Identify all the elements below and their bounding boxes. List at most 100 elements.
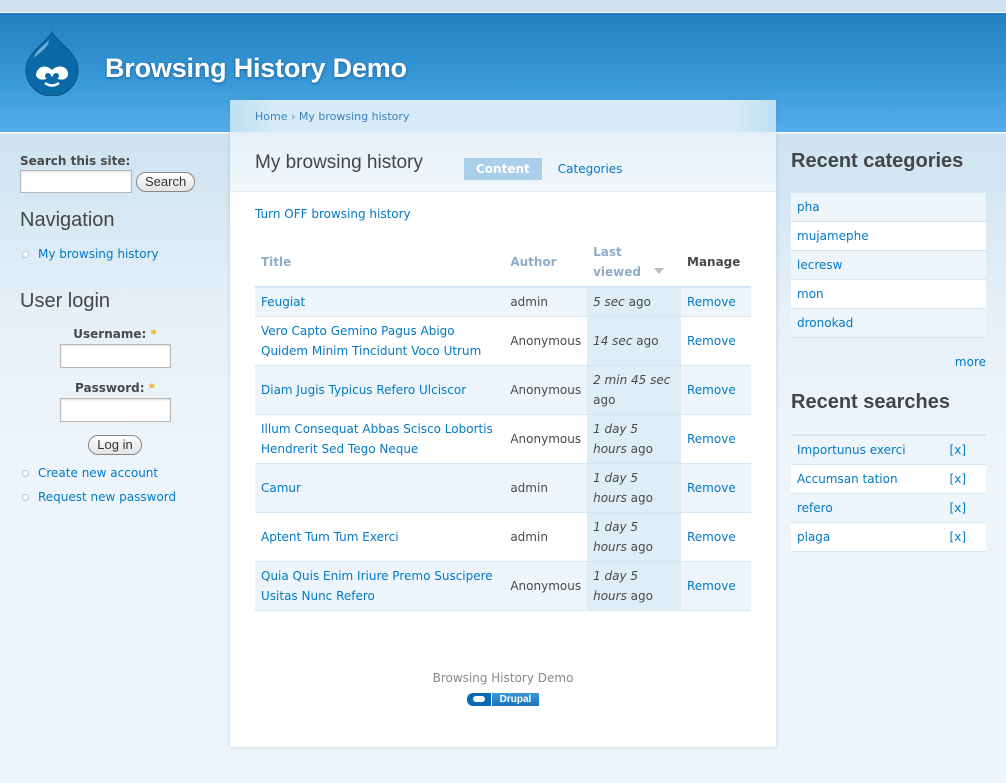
category-item: mon — [791, 280, 986, 309]
row-time-value: 14 sec — [593, 334, 633, 348]
table-row: Vero Capto Gemino Pagus Abigo Quidem Min… — [255, 316, 751, 366]
tab-content[interactable]: Content — [464, 158, 542, 180]
row-manage-cell: Remove — [681, 561, 751, 611]
row-title-link[interactable]: Illum Consequat Abbas Scisco Lobortis He… — [261, 422, 493, 456]
category-link[interactable]: pha — [797, 193, 820, 221]
recent-search-link[interactable]: refero — [797, 494, 833, 522]
recent-search-link[interactable]: Accumsan tation — [797, 465, 898, 493]
sort-by-author-link[interactable]: Author — [510, 255, 556, 269]
powered-by-drupal-badge[interactable]: Drupal — [466, 693, 540, 706]
page-title: My browsing history — [255, 152, 423, 173]
recent-search-link[interactable]: Importunus exerci — [797, 436, 906, 464]
category-item: mujamephe — [791, 222, 986, 251]
row-manage-cell: Remove — [681, 365, 751, 415]
category-link[interactable]: dronokad — [797, 309, 853, 337]
remove-search-button[interactable]: [x] — [950, 465, 966, 493]
remove-link[interactable]: Remove — [687, 481, 736, 495]
row-manage-cell: Remove — [681, 287, 751, 317]
password-field[interactable] — [59, 398, 171, 422]
column-header-title[interactable]: Title — [255, 238, 505, 288]
password-label-text: Password: — [75, 381, 145, 395]
row-last-viewed: 1 day 5 hours ago — [587, 561, 681, 611]
remove-link[interactable]: Remove — [687, 334, 736, 348]
table-row: Quia Quis Enim Iriure Premo Suscipere Us… — [255, 561, 751, 611]
tabs: Content Categories — [464, 158, 634, 180]
row-last-viewed: 1 day 5 hours ago — [587, 414, 681, 464]
table-row: Aptent Tum Tum Exerci admin 1 day 5 hours … — [255, 512, 751, 562]
remove-search-button[interactable]: [x] — [950, 523, 966, 551]
turn-off-history-link[interactable]: Turn OFF browsing history — [255, 207, 411, 221]
search-input[interactable] — [20, 170, 132, 193]
drupal-logo-icon[interactable] — [22, 30, 82, 96]
row-time-value: 2 min 45 sec — [593, 373, 671, 387]
more-categories-link[interactable]: more — [955, 355, 986, 369]
login-button[interactable]: Log in — [88, 435, 142, 455]
remove-search-button[interactable]: [x] — [950, 436, 966, 464]
tab-categories[interactable]: Categories — [546, 158, 635, 180]
drupal-drop-icon — [466, 693, 491, 706]
breadcrumb: Home › My browsing history — [230, 100, 776, 133]
category-link[interactable]: mon — [797, 280, 824, 308]
breadcrumb-current[interactable]: My browsing history — [299, 110, 410, 123]
row-manage-cell: Remove — [681, 512, 751, 562]
main-content: Home › My browsing history My browsing h… — [230, 100, 776, 747]
breadcrumb-home[interactable]: Home — [255, 110, 287, 123]
category-item: pha — [791, 193, 986, 222]
row-time-suffix: ago — [632, 334, 659, 348]
site-title[interactable]: Browsing History Demo — [105, 53, 407, 84]
search-button[interactable]: Search — [136, 171, 196, 192]
right-sidebar: Recent categories pha mujamephe lecresw mon… — [791, 150, 986, 552]
row-author: Anonymous — [504, 561, 588, 611]
row-title-link[interactable]: Quia Quis Enim Iriure Premo Suscipere Us… — [261, 569, 493, 603]
row-title-link[interactable]: Feugiat — [261, 295, 305, 309]
row-manage-cell: Remove — [681, 463, 751, 513]
remove-link[interactable]: Remove — [687, 383, 736, 397]
content-body: Turn OFF browsing history Title Author L… — [230, 192, 776, 611]
row-title-link[interactable]: Diam Jugis Typicus Refero Ulciscor — [261, 383, 466, 397]
badge-text: Drupal — [491, 693, 540, 706]
create-account-link[interactable]: Create new account — [38, 466, 158, 480]
category-item: lecresw — [791, 251, 986, 280]
history-table-body: Feugiat admin 5 sec ago Remove Vero Capto Ge… — [255, 287, 751, 611]
row-last-viewed: 14 sec ago — [587, 316, 681, 366]
login-form: Username: * Password: * Log in — [20, 327, 210, 455]
row-last-viewed: 1 day 5 hours ago — [587, 463, 681, 513]
required-marker: * — [150, 327, 157, 341]
row-title-link[interactable]: Aptent Tum Tum Exerci — [261, 530, 399, 544]
remove-link[interactable]: Remove — [687, 579, 736, 593]
row-title-cell: Feugiat — [255, 287, 505, 317]
row-time-suffix: ago — [624, 295, 651, 309]
recent-search-link[interactable]: plaga — [797, 523, 830, 551]
remove-search-button[interactable]: [x] — [950, 494, 966, 522]
row-title-cell: Diam Jugis Typicus Refero Ulciscor — [255, 365, 505, 415]
sort-by-title-link[interactable]: Title — [261, 255, 291, 269]
row-title-link[interactable]: Camur — [261, 481, 301, 495]
recent-categories-title: Recent categories — [791, 150, 964, 172]
row-title-link[interactable]: Vero Capto Gemino Pagus Abigo Quidem Min… — [261, 324, 481, 358]
row-title-cell: Illum Consequat Abbas Scisco Lobortis He… — [255, 414, 505, 464]
footer-text: Browsing History Demo — [432, 671, 574, 685]
column-header-last-viewed[interactable]: Last viewed — [587, 238, 681, 288]
request-password-link[interactable]: Request new password — [38, 490, 176, 504]
row-last-viewed: 5 sec ago — [587, 287, 681, 317]
table-row: Illum Consequat Abbas Scisco Lobortis He… — [255, 414, 751, 464]
row-manage-cell: Remove — [681, 414, 751, 464]
recent-searches-list: Importunus exerci [x] Accumsan tation [x] re… — [791, 434, 986, 552]
category-link[interactable]: mujamephe — [797, 222, 869, 250]
row-author: Anonymous — [504, 414, 588, 464]
remove-link[interactable]: Remove — [687, 530, 736, 544]
row-time-suffix: ago — [626, 491, 653, 505]
nav-link-my-browsing-history[interactable]: My browsing history — [38, 247, 159, 261]
column-header-author[interactable]: Author — [504, 238, 588, 288]
username-field[interactable] — [59, 344, 171, 368]
username-label-text: Username: — [73, 327, 147, 341]
remove-link[interactable]: Remove — [687, 432, 736, 446]
recent-searches-title: Recent searches — [791, 391, 950, 413]
navigation-menu: My browsing history — [20, 242, 210, 266]
row-title-cell: Vero Capto Gemino Pagus Abigo Quidem Min… — [255, 316, 505, 366]
remove-link[interactable]: Remove — [687, 295, 736, 309]
sort-by-last-viewed-link[interactable]: Last viewed — [593, 245, 665, 279]
recent-search-item: plaga [x] — [791, 523, 986, 552]
password-label: Password: * — [20, 381, 210, 395]
category-link[interactable]: lecresw — [797, 251, 842, 279]
